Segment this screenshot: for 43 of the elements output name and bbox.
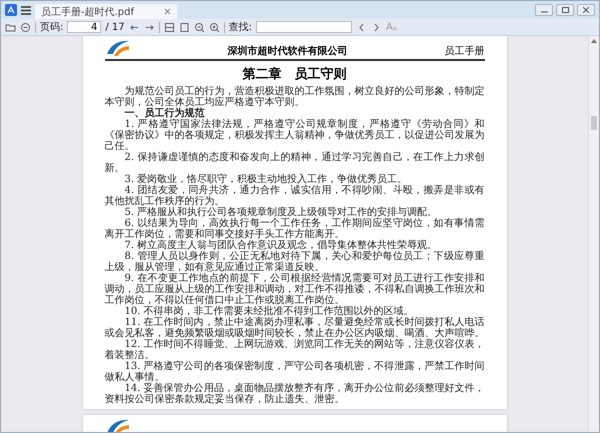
paragraph: 7. 树立高度主人翁与团队合作意识及观念，倡导集体整体共性荣辱观。	[124, 240, 438, 251]
menu-icon[interactable]	[20, 5, 32, 16]
paragraph: 13. 严格遵守公司的各项保密制度，严守公司各项机密，不得泄露，严禁工作时间做私人事情。	[104, 361, 484, 383]
company-logo	[104, 417, 130, 432]
page-label: 页码:	[40, 21, 64, 34]
page-total: / 17	[105, 22, 125, 32]
section-heading: 一、员工行为规范	[124, 108, 204, 119]
paragraph: 8. 管理人员以身作则，公正无私地对待下属，关心和爱护每位员工；下级应尊重上级，服从管理，如有意见应通过正常渠道反映。	[104, 251, 484, 273]
paragraph: 为规范公司员工的行为，营造积极进取的工作氛围，树立良好的公司形象，特制定本守则，公司全体员工均应严格遵守本守则。	[104, 86, 484, 108]
paragraph: 2. 保持谦虚谨慎的态度和奋发向上的精神，通过学习完善自己，在工作上力求创新。	[104, 152, 484, 174]
minimize-button[interactable]	[535, 4, 553, 16]
fit-width-icon[interactable]	[164, 22, 175, 32]
header-title: 员工手册	[444, 44, 484, 58]
close-icon	[583, 7, 589, 13]
app-logo-icon[interactable]	[5, 4, 17, 16]
paragraph: 1. 严格遵守国家法律法规，严格遵守公司规章制度，严格遵守《劳动合同》和《保密协议》中的各项规定，积极发挥主人翁精神，争做优秀员工，以促进公司发展为己任。	[104, 119, 484, 152]
scroll-up-icon[interactable]	[591, 38, 597, 44]
paragraph: 14. 妥善保管办公用品，桌面物品摆放整齐有序，离开办公位前必须整理好文件，资料按公司保密条款规定妥当保存，防止遗失、泄密。	[104, 383, 484, 405]
paragraph: 5. 严格服从和执行公司各项规章制度及上级领导对工作的安排与调配。	[124, 207, 438, 218]
close-button[interactable]	[577, 4, 595, 16]
find-label: 查找:	[228, 20, 252, 34]
paragraph: 10. 不得串岗，非工作需要未经批准不得到工作范围以外的区域。	[124, 306, 414, 317]
scrollbar[interactable]	[588, 36, 599, 432]
find-field[interactable]	[256, 21, 352, 33]
maximize-icon	[562, 7, 568, 13]
page-number-field[interactable]: 4	[67, 21, 102, 33]
paragraph: 9. 在不变更工作地点的前提下，公司根据经营情况需要可对员工进行工作安排和调动，员工应服从上级的工作安排和调动，对工作不得推诿，不得私自调换工作班次和工作岗位，不得以任何借口中止工作或脱离工作岗位。	[104, 273, 484, 306]
chapter-title: 第二章 员工守则	[242, 66, 348, 83]
zoom-out-icon[interactable]	[194, 22, 205, 32]
paragraph: 11. 在工作时间内，禁止中途离岗办理私事，尽量避免经常或长时间拨打私人电话或会见私客，避免频繁吸烟或吸烟时间较长，禁止在办公区内吸烟、喝酒、大声喧哗。	[104, 317, 484, 339]
folder-icon[interactable]	[5, 22, 16, 32]
company-name: 深圳市超时代软件有限公司	[226, 44, 348, 58]
paragraph: 6. 以结果为导向，高效执行每一个工作任务，工作期间应坚守岗位，如有事情需离开工作岗位，需要和同事交接好手头工作方能离开。	[104, 218, 484, 240]
maximize-button[interactable]	[556, 4, 574, 16]
company-logo	[104, 38, 130, 58]
zoom-in-icon[interactable]	[208, 22, 220, 32]
paragraph: 12. 工作时间不得睡觉、上网玩游戏、浏览同工作无关的网站等，注意仪容仪表，着装整洁。	[104, 339, 484, 361]
fit-page-icon[interactable]	[178, 22, 190, 32]
close-icon[interactable]	[164, 8, 172, 15]
paragraph: 3. 爱岗敬业，恪尽职守，积极主动地投入工作，争做优秀员工。	[124, 174, 408, 185]
paragraph: 4. 团结友爱，同舟共济，通力合作，诚实信用，不得吵闹、斗殴，搬弄是非或有其他扰乱工作秩序的行为。	[104, 185, 484, 207]
scrollbar-thumb[interactable]	[591, 116, 597, 130]
document-tab[interactable]: 员工手册-超时代.pdf	[35, 4, 178, 19]
